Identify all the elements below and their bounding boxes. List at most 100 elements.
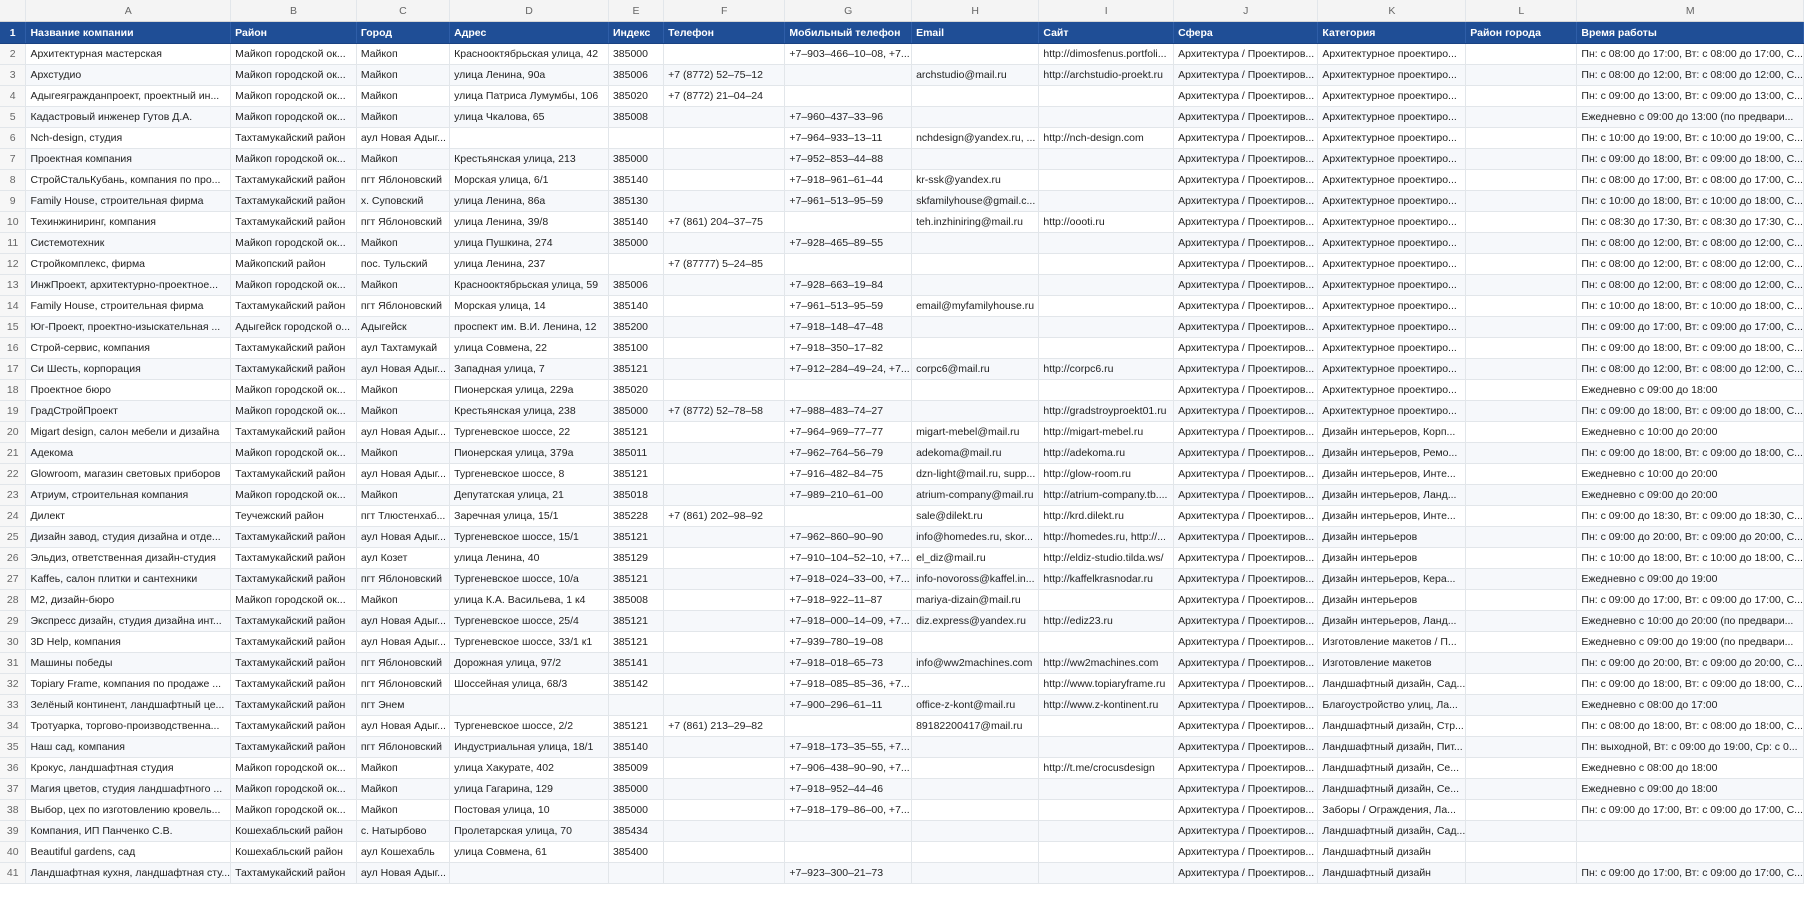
row-number[interactable]: 19 bbox=[0, 400, 27, 422]
table-cell[interactable]: улица Ленина, 90а bbox=[449, 64, 609, 86]
row-number[interactable]: 8 bbox=[0, 169, 27, 191]
table-cell[interactable]: Майкоп bbox=[356, 778, 451, 800]
table-cell[interactable]: +7‒952‒853‒44‒88 bbox=[784, 148, 913, 170]
table-cell[interactable]: +7‒928‒465‒89‒55 bbox=[784, 232, 913, 254]
row-number[interactable]: 13 bbox=[0, 274, 27, 296]
table-cell[interactable]: Пн: с 09:00 до 17:00, Вт: с 09:00 до 17:… bbox=[1576, 316, 1804, 338]
table-cell[interactable] bbox=[1465, 484, 1578, 506]
table-cell[interactable] bbox=[1038, 736, 1175, 758]
row-number[interactable]: 3 bbox=[0, 64, 27, 86]
table-cell[interactable]: М2, дизайн-бюро bbox=[25, 589, 232, 611]
table-cell[interactable] bbox=[1465, 694, 1578, 716]
table-cell[interactable] bbox=[1465, 358, 1578, 380]
table-cell[interactable]: пгт Яблоновский bbox=[356, 736, 451, 758]
table-cell[interactable]: +7‒928‒663‒19‒84 bbox=[784, 274, 913, 296]
table-cell[interactable]: Архитектура / Проектиров... bbox=[1173, 778, 1319, 800]
row-number[interactable]: 40 bbox=[0, 841, 27, 863]
row-number[interactable]: 29 bbox=[0, 610, 27, 632]
table-cell[interactable]: Архитектурное проектиро... bbox=[1317, 253, 1467, 275]
table-cell[interactable]: info@ww2machines.com bbox=[911, 652, 1040, 674]
table-cell[interactable]: Заречная улица, 15/1 bbox=[449, 505, 609, 527]
table-cell[interactable]: nchdesign@yandex.ru, ... bbox=[911, 127, 1040, 149]
table-cell[interactable]: Пролетарская улица, 70 bbox=[449, 820, 609, 842]
table-cell[interactable]: Майкоп bbox=[356, 232, 451, 254]
table-cell[interactable]: Тахтамукайский район bbox=[230, 862, 357, 884]
table-cell[interactable]: Архитектурное проектиро... bbox=[1317, 148, 1467, 170]
table-cell[interactable] bbox=[1465, 442, 1578, 464]
table-cell[interactable]: Ландшафтный дизайн bbox=[1317, 841, 1467, 863]
row-number[interactable]: 20 bbox=[0, 421, 27, 443]
column-header-l[interactable]: L bbox=[1465, 0, 1578, 22]
table-cell[interactable]: Архитектура / Проектиров... bbox=[1173, 799, 1319, 821]
table-cell[interactable] bbox=[663, 337, 786, 359]
table-cell[interactable]: Морская улица, 6/1 bbox=[449, 169, 609, 191]
table-cell[interactable]: +7‒910‒104‒52‒10, +7... bbox=[784, 547, 913, 569]
table-cell[interactable]: пгт Энем bbox=[356, 694, 451, 716]
table-cell[interactable]: Тахтамукайский район bbox=[230, 568, 357, 590]
table-cell[interactable]: улица Пушкина, 274 bbox=[449, 232, 609, 254]
table-cell[interactable]: +7‒912‒284‒49‒24, +7... bbox=[784, 358, 913, 380]
table-cell[interactable] bbox=[1038, 337, 1175, 359]
table-cell[interactable]: СтройСтальКубань, компания по про... bbox=[25, 169, 232, 191]
table-cell[interactable] bbox=[1465, 379, 1578, 401]
table-cell[interactable]: Архитектура / Проектиров... bbox=[1173, 631, 1319, 653]
table-cell[interactable]: 385140 bbox=[608, 169, 665, 191]
table-cell[interactable] bbox=[608, 127, 665, 149]
table-cell[interactable] bbox=[911, 631, 1040, 653]
table-cell[interactable] bbox=[1465, 799, 1578, 821]
table-cell[interactable]: adekoma@mail.ru bbox=[911, 442, 1040, 464]
table-cell[interactable]: Дизайн интерьеров, Кера... bbox=[1317, 568, 1467, 590]
table-cell[interactable] bbox=[1465, 316, 1578, 338]
table-cell[interactable] bbox=[1465, 673, 1578, 695]
table-cell[interactable] bbox=[663, 526, 786, 548]
table-cell[interactable]: Архитектура / Проектиров... bbox=[1173, 820, 1319, 842]
table-cell[interactable]: office-z-kont@mail.ru bbox=[911, 694, 1040, 716]
table-cell[interactable]: Строй-сервис, компания bbox=[25, 337, 232, 359]
table-cell[interactable]: +7‒939‒780‒19‒08 bbox=[784, 631, 913, 653]
table-cell[interactable]: пгт Яблоновский bbox=[356, 568, 451, 590]
table-cell[interactable] bbox=[1465, 757, 1578, 779]
table-cell[interactable]: Пн: с 09:00 до 18:00, Вт: с 09:00 до 18:… bbox=[1576, 148, 1804, 170]
table-cell[interactable]: Тургеневское шоссе, 33/1 к1 bbox=[449, 631, 609, 653]
table-cell[interactable] bbox=[784, 379, 913, 401]
table-cell[interactable]: Архитектура / Проектиров... bbox=[1173, 295, 1319, 317]
table-cell[interactable]: Зелёный континент, ландшафтный це... bbox=[25, 694, 232, 716]
table-cell[interactable]: Migart design, салон мебели и дизайна bbox=[25, 421, 232, 443]
table-cell[interactable]: http://corpc6.ru bbox=[1038, 358, 1175, 380]
table-cell[interactable]: http://adekoma.ru bbox=[1038, 442, 1175, 464]
table-cell[interactable]: 385434 bbox=[608, 820, 665, 842]
table-cell[interactable]: улица Чкалова, 65 bbox=[449, 106, 609, 128]
table-cell[interactable]: http://kaffelkrasnodar.ru bbox=[1038, 568, 1175, 590]
table-cell[interactable]: Майкоп bbox=[356, 43, 451, 65]
table-cell[interactable]: 385121 bbox=[608, 568, 665, 590]
table-cell[interactable] bbox=[1465, 232, 1578, 254]
table-cell[interactable]: Архитектура / Проектиров... bbox=[1173, 64, 1319, 86]
table-cell[interactable]: Пн: с 10:00 до 19:00, Вт: с 10:00 до 19:… bbox=[1576, 127, 1804, 149]
table-cell[interactable]: Дизайн интерьеров bbox=[1317, 589, 1467, 611]
column-header-f[interactable]: F bbox=[663, 0, 786, 22]
table-cell[interactable]: Архитектура / Проектиров... bbox=[1173, 43, 1319, 65]
table-cell[interactable] bbox=[1465, 568, 1578, 590]
table-cell[interactable] bbox=[1038, 316, 1175, 338]
table-cell[interactable]: Архитектура / Проектиров... bbox=[1173, 211, 1319, 233]
table-cell[interactable]: х. Суповский bbox=[356, 190, 451, 212]
table-cell[interactable]: Майкоп bbox=[356, 148, 451, 170]
row-number[interactable]: 21 bbox=[0, 442, 27, 464]
table-cell[interactable]: Архитектура / Проектиров... bbox=[1173, 337, 1319, 359]
table-cell[interactable]: Майкоп городской ок... bbox=[230, 232, 357, 254]
table-cell[interactable]: Дизайн завод, студия дизайна и отде... bbox=[25, 526, 232, 548]
table-cell[interactable]: Крестьянская улица, 238 bbox=[449, 400, 609, 422]
table-cell[interactable]: +7‒916‒482‒84‒75 bbox=[784, 463, 913, 485]
table-cell[interactable]: Выбор, цех по изготовлению кровель... bbox=[25, 799, 232, 821]
table-cell[interactable]: Пн: с 08:00 до 17:00, Вт: с 08:00 до 17:… bbox=[1576, 169, 1804, 191]
table-cell[interactable]: Архитектура / Проектиров... bbox=[1173, 694, 1319, 716]
header-cell[interactable]: Район bbox=[230, 21, 357, 44]
column-header-g[interactable]: G bbox=[784, 0, 913, 22]
table-cell[interactable]: +7‒900‒296‒61‒11 bbox=[784, 694, 913, 716]
table-cell[interactable]: +7‒960‒437‒33‒96 bbox=[784, 106, 913, 128]
table-cell[interactable]: Архитектурное проектиро... bbox=[1317, 106, 1467, 128]
table-cell[interactable]: пгт Яблоновский bbox=[356, 652, 451, 674]
table-cell[interactable]: Краснооктябрьская улица, 42 bbox=[449, 43, 609, 65]
table-cell[interactable]: Тургеневское шоссе, 15/1 bbox=[449, 526, 609, 548]
table-cell[interactable]: Дизайн интерьеров, Ланд... bbox=[1317, 610, 1467, 632]
